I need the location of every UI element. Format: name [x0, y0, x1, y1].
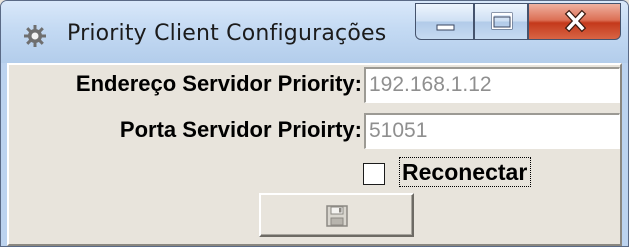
gear-icon	[24, 25, 46, 47]
dialog-body: Endereço Servidor Priority: 192.168.1.12…	[7, 63, 622, 246]
maximize-icon	[491, 12, 513, 30]
caption-buttons	[415, 3, 621, 42]
close-button[interactable]	[528, 3, 621, 40]
window-title: Priority Client Configurações	[67, 21, 387, 46]
server-port-input[interactable]: 51051	[364, 113, 620, 149]
close-icon	[564, 9, 587, 33]
server-address-label: Endereço Servidor Priority:	[75, 71, 362, 96]
save-button[interactable]	[259, 193, 414, 237]
floppy-disk-icon	[326, 205, 348, 227]
reconnect-option[interactable]: Reconectar	[359, 157, 559, 191]
minimize-button[interactable]	[415, 3, 474, 40]
title-bar[interactable]: Priority Client Configurações	[1, 1, 628, 63]
reconnect-label[interactable]: Reconectar	[399, 157, 532, 187]
config-window: Priority Client Configurações Endereço S…	[0, 0, 629, 247]
minimize-icon	[436, 24, 455, 31]
server-port-label: Porta Servidor Prioirty:	[119, 117, 362, 142]
reconnect-checkbox[interactable]	[363, 163, 385, 185]
maximize-button[interactable]	[474, 3, 528, 40]
server-address-input[interactable]: 192.168.1.12	[364, 67, 620, 103]
